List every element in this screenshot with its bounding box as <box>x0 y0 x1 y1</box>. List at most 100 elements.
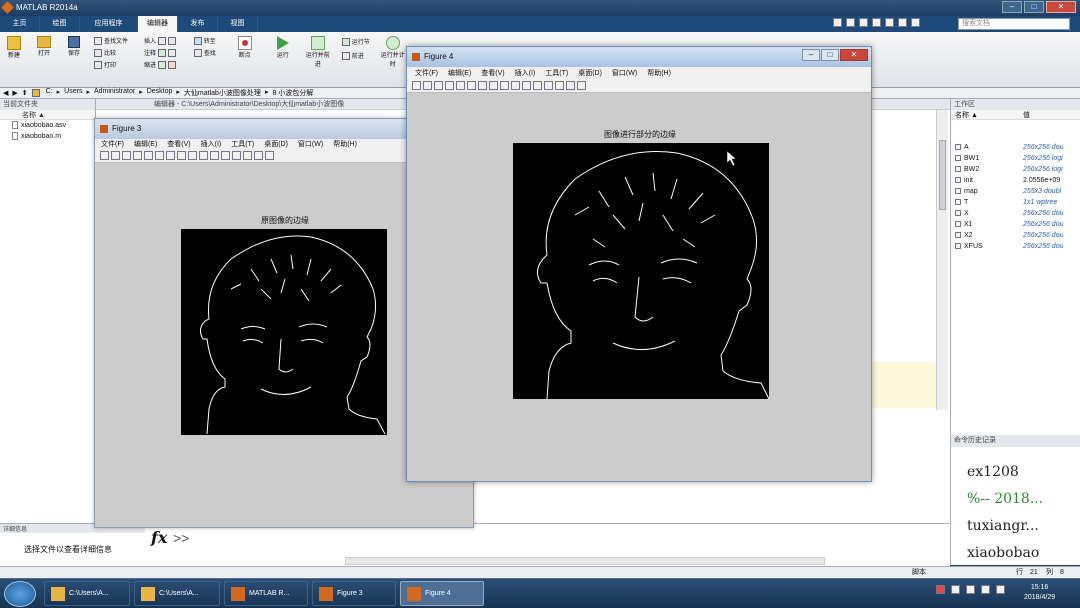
up-folder-icon[interactable]: ⬆ <box>22 89 28 97</box>
figure-4-titlebar[interactable]: Figure 4 – □ ✕ <box>407 47 871 67</box>
pan-icon[interactable] <box>489 81 498 91</box>
menu-item[interactable]: 文件(F) <box>101 139 124 151</box>
menu-item[interactable]: 帮助(H) <box>333 139 357 151</box>
taskbar-item[interactable]: C:\Users\A... <box>44 581 130 606</box>
menu-item[interactable]: 帮助(H) <box>647 67 671 80</box>
maximize-button[interactable]: □ <box>821 49 839 61</box>
workspace-variable-row[interactable]: init 2.0556e+09 <box>951 175 1080 186</box>
paste-icon[interactable] <box>872 18 881 27</box>
link-icon[interactable] <box>533 81 542 91</box>
hide-tools-icon[interactable] <box>566 81 575 91</box>
forward-icon[interactable]: ▶ <box>12 89 17 97</box>
open-file-icon[interactable] <box>423 81 432 91</box>
brush-icon[interactable] <box>210 151 219 161</box>
file-item[interactable]: xiaobobao.asv <box>0 120 95 131</box>
zoom-out-icon[interactable] <box>478 81 487 91</box>
run-section-button[interactable]: 运行节 <box>341 36 370 50</box>
fx-icon[interactable]: fx <box>151 528 167 547</box>
menu-item[interactable]: 桌面(D) <box>264 139 288 151</box>
pan-icon[interactable] <box>177 151 186 161</box>
print-figure-icon[interactable] <box>445 81 454 91</box>
brush-icon[interactable] <box>522 81 531 91</box>
workspace-variable-row[interactable]: map 255x3 doubl <box>951 186 1080 197</box>
zoom-out-icon[interactable] <box>166 151 175 161</box>
tray-app-icon[interactable] <box>951 585 960 594</box>
run-button[interactable]: 运行 <box>272 36 294 59</box>
history-entry[interactable]: %-- 2018... <box>967 486 1080 513</box>
column-header-name[interactable]: 名称 ▲ <box>951 110 1023 119</box>
workspace-variable-row[interactable]: X2 256x256 dou <box>951 230 1080 241</box>
minimize-button[interactable]: – <box>1002 1 1022 13</box>
history-entry[interactable]: ex1208 <box>967 459 1080 486</box>
data-cursor-icon[interactable] <box>199 151 208 161</box>
data-cursor-icon[interactable] <box>511 81 520 91</box>
taskbar-item[interactable]: MATLAB R... <box>224 581 308 606</box>
start-button[interactable] <box>4 581 36 607</box>
breakpoint-button[interactable]: 断点 <box>234 36 256 59</box>
history-entry[interactable]: xiaobobao <box>967 540 1080 565</box>
compare-button[interactable]: 比较 <box>94 48 128 60</box>
history-entry[interactable]: tuxiangr... <box>967 513 1080 540</box>
copy-icon[interactable] <box>859 18 868 27</box>
workspace-variable-row[interactable]: T 1x1 wptree <box>951 197 1080 208</box>
advance-button[interactable]: 前进 <box>341 50 370 64</box>
close-button[interactable]: ✕ <box>840 49 868 61</box>
open-file-icon[interactable] <box>111 151 120 161</box>
save-icon[interactable] <box>833 18 842 27</box>
rotate-icon[interactable] <box>500 81 509 91</box>
help-icon[interactable] <box>911 18 920 27</box>
open-button[interactable]: 打开 <box>34 36 54 57</box>
workspace-variable-row[interactable]: XFUS 256x256 dou <box>951 241 1080 252</box>
cut-icon[interactable] <box>846 18 855 27</box>
workspace-variable-row[interactable]: A 256x256 dou <box>951 142 1080 153</box>
volume-icon[interactable] <box>981 585 990 594</box>
menu-item[interactable]: 桌面(D) <box>578 67 602 80</box>
close-button[interactable]: ✕ <box>1046 1 1076 13</box>
ribbon-tab[interactable]: 绘图 <box>40 16 80 32</box>
indent-button[interactable]: 缩进 <box>144 60 178 72</box>
command-scrollbar[interactable] <box>345 557 825 565</box>
save-button[interactable]: 保存 <box>64 36 84 57</box>
menu-item[interactable]: 文件(F) <box>415 67 438 80</box>
colorbar-icon[interactable] <box>544 81 553 91</box>
edit-plot-icon[interactable] <box>144 151 153 161</box>
insert-button[interactable]: 插入 <box>144 36 178 48</box>
menu-item[interactable]: 查看(V) <box>167 139 190 151</box>
taskbar-item[interactable]: C:\Users\A... <box>134 581 220 606</box>
ribbon-tab[interactable]: 编辑器 <box>138 16 178 32</box>
taskbar-item[interactable]: Figure 3 <box>312 581 396 606</box>
breadcrumb[interactable]: C: ▸ Users ▸ Administrator ▸ Desktop ▸ 大仙matlab小… <box>46 88 314 98</box>
editor-scrollbar[interactable] <box>936 110 948 410</box>
breadcrumb-item[interactable]: C: <box>46 88 53 98</box>
ribbon-tab[interactable]: 主页 <box>0 16 40 32</box>
show-tools-icon[interactable] <box>577 81 586 91</box>
menu-item[interactable]: 插入(I) <box>515 67 536 80</box>
clock[interactable]: 15:16 2018/4/29 <box>1024 583 1055 603</box>
zoom-in-icon[interactable] <box>155 151 164 161</box>
column-header-name[interactable]: 名称 ▲ <box>0 110 95 120</box>
menu-item[interactable]: 编辑(E) <box>134 139 157 151</box>
menu-item[interactable]: 工具(T) <box>545 67 568 80</box>
legend-icon[interactable] <box>243 151 252 161</box>
breadcrumb-item[interactable]: Desktop <box>147 88 173 98</box>
minimize-button[interactable]: – <box>802 49 820 61</box>
new-button[interactable]: 新建 <box>4 36 24 59</box>
menu-item[interactable]: 工具(T) <box>231 139 254 151</box>
flag-icon[interactable] <box>996 585 1005 594</box>
hide-tools-icon[interactable] <box>254 151 263 161</box>
link-icon[interactable] <box>221 151 230 161</box>
find-button[interactable]: 查找 <box>193 48 216 60</box>
go-to-button[interactable]: 转至 <box>193 36 216 48</box>
workspace-variable-row[interactable]: BW1 256x256 logi <box>951 153 1080 164</box>
browse-folder-icon[interactable] <box>31 89 40 97</box>
edit-plot-icon[interactable] <box>456 81 465 91</box>
ribbon-tab[interactable]: 应用程序 <box>80 16 138 32</box>
breadcrumb-item[interactable]: 8 小波包分解 <box>272 88 313 98</box>
rotate-icon[interactable] <box>188 151 197 161</box>
menu-item[interactable]: 窗口(W) <box>612 67 637 80</box>
save-figure-icon[interactable] <box>122 151 131 161</box>
ribbon-tab[interactable]: 发布 <box>178 16 218 32</box>
colorbar-icon[interactable] <box>232 151 241 161</box>
redo-icon[interactable] <box>898 18 907 27</box>
comment-button[interactable]: 注释 <box>144 48 178 60</box>
